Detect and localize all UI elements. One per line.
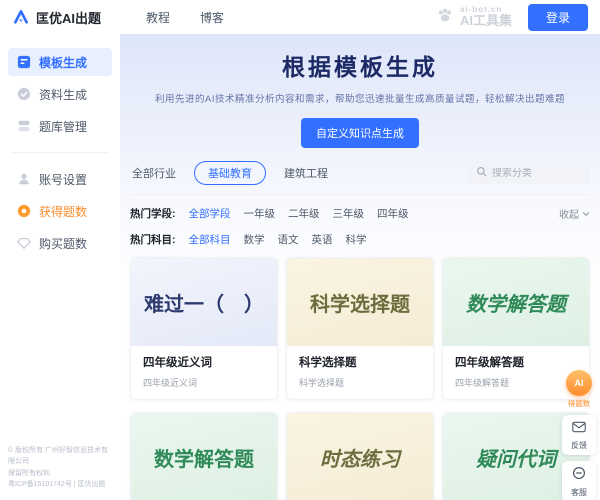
sidebar-item-label: 题库管理 — [39, 118, 87, 135]
quota-badge-icon: AI — [566, 370, 592, 396]
template-icon — [16, 55, 31, 70]
coin-icon — [16, 204, 31, 219]
top-header: 匡优AI出题 教程 博客 ai-bot.cn AI工具集 登录 — [0, 0, 600, 34]
template-card[interactable]: 时态练习 三年级英语时态练习 — [286, 412, 434, 500]
logo[interactable]: 匡优AI出题 — [12, 8, 120, 27]
filter-option-grade3[interactable]: 三年级 — [333, 206, 365, 221]
filter-option-grade1[interactable]: 一年级 — [244, 206, 276, 221]
tab-basic-education[interactable]: 基础教育 — [194, 161, 266, 185]
feedback-button[interactable]: 反馈 — [562, 415, 596, 455]
diamond-icon — [16, 236, 31, 251]
filter-option-chinese[interactable]: 语文 — [278, 232, 299, 247]
template-card[interactable]: 数学解答题 三年级解答题 — [130, 412, 278, 500]
search-icon — [476, 166, 487, 180]
card-title: 四年级近义词 — [143, 354, 265, 370]
card-banner: 数学解答题 — [131, 413, 277, 500]
user-icon — [16, 172, 31, 187]
template-card-grid: 难过一（ ） 四年级近义词 四年级近义词 科学选择题 科学选择题 科学选择题 数… — [130, 257, 590, 500]
filter-option-english[interactable]: 英语 — [312, 232, 333, 247]
filter-option-grade4[interactable]: 四年级 — [377, 206, 409, 221]
page-subtitle: 利用先进的AI技术精准分析内容和需求，帮助您迅速批量生成高质量试题，轻松解决出题… — [130, 91, 590, 105]
login-button[interactable]: 登录 — [528, 4, 588, 31]
sidebar-item-earn-quota[interactable]: 获得题数 — [8, 197, 112, 225]
main-content: 根据模板生成 利用先进的AI技术精准分析内容和需求，帮助您迅速批量生成高质量试题… — [120, 34, 600, 500]
chevron-down-icon — [582, 210, 590, 218]
sidebar-item-label: 购买题数 — [39, 235, 87, 252]
sidebar-footer: © 版权所有 广州好智信息技术有限公司 保留所有权利 粤ICP备15101742… — [8, 445, 114, 490]
tab-all-industries[interactable]: 全部行业 — [130, 161, 178, 185]
custom-knowledge-button[interactable]: 自定义知识点生成 — [301, 118, 419, 148]
card-subtitle: 科学选择题 — [299, 376, 421, 389]
filter-row-subject: 热门科目: 全部科目 数学 语文 英语 科学 — [130, 232, 590, 247]
category-tabs: 全部行业 基础教育 建筑工程 — [130, 161, 590, 195]
card-banner: 难过一（ ） — [131, 258, 277, 346]
sidebar-item-account-settings[interactable]: 账号设置 — [8, 165, 112, 193]
collapse-toggle[interactable]: 收起 — [559, 206, 590, 221]
filter-label: 热门科目: — [130, 232, 176, 247]
card-banner: 时态练习 — [287, 413, 433, 500]
mail-icon — [572, 420, 586, 438]
headset-icon — [572, 466, 586, 485]
rights-line: 保留所有权利 — [8, 468, 114, 479]
customer-service-button[interactable]: 客服 — [562, 461, 596, 500]
floating-widgets: AI 得题数 反馈 客服 — [561, 370, 597, 500]
nav-blog[interactable]: 博客 — [200, 9, 224, 26]
card-subtitle: 四年级近义词 — [143, 376, 265, 389]
search-box[interactable] — [468, 162, 590, 184]
quota-badge-label: 得题数 — [568, 398, 591, 409]
card-title: 科学选择题 — [299, 354, 421, 370]
sidebar-item-label: 资料生成 — [39, 86, 87, 103]
filter-option-science[interactable]: 科学 — [346, 232, 367, 247]
filter-label: 热门学段: — [130, 206, 176, 221]
card-subtitle: 四年级解答题 — [455, 376, 577, 389]
card-banner: 数学解答题 — [443, 258, 589, 346]
app-title: 匡优AI出题 — [36, 8, 101, 27]
sidebar-item-template-generate[interactable]: 模板生成 — [8, 48, 112, 76]
watermark-name: AI工具集 — [460, 14, 512, 28]
copyright-line: © 版权所有 广州好智信息技术有限公司 — [8, 445, 114, 467]
filter-option-all-subjects[interactable]: 全部科目 — [189, 232, 231, 247]
tab-construction[interactable]: 建筑工程 — [282, 161, 330, 185]
customer-service-label: 客服 — [571, 487, 587, 498]
top-nav: 教程 博客 — [146, 9, 224, 26]
template-card[interactable]: 难过一（ ） 四年级近义词 四年级近义词 — [130, 257, 278, 400]
filter-row-grade: 热门学段: 全部学段 一年级 二年级 三年级 四年级 收起 — [130, 206, 590, 221]
logo-icon — [12, 8, 30, 26]
filter-option-all-grades[interactable]: 全部学段 — [189, 206, 231, 221]
material-icon — [16, 87, 31, 102]
page-title: 根据模板生成 — [130, 48, 590, 82]
sidebar-item-buy-quota[interactable]: 购买题数 — [8, 229, 112, 257]
icp-line: 粤ICP备15101742号 | 匡优出题 — [8, 479, 114, 490]
sidebar: 模板生成 资料生成 题库管理 账号设置 获得题数 — [0, 34, 120, 500]
sidebar-item-label: 模板生成 — [39, 54, 87, 71]
earn-quota-float-button[interactable]: AI 得题数 — [566, 370, 592, 409]
filter-option-math[interactable]: 数学 — [244, 232, 265, 247]
hero-section: 根据模板生成 利用先进的AI技术精准分析内容和需求，帮助您迅速批量生成高质量试题… — [130, 48, 590, 148]
sidebar-item-label: 获得题数 — [39, 203, 87, 220]
nav-tutorial[interactable]: 教程 — [146, 9, 170, 26]
sidebar-item-question-bank[interactable]: 题库管理 — [8, 112, 112, 140]
search-input[interactable] — [492, 168, 578, 179]
bank-icon — [16, 119, 31, 134]
card-title: 四年级解答题 — [455, 354, 577, 370]
collapse-label: 收起 — [559, 206, 579, 221]
paw-icon — [435, 5, 455, 30]
filter-option-grade2[interactable]: 二年级 — [288, 206, 320, 221]
card-banner: 科学选择题 — [287, 258, 433, 346]
sidebar-item-label: 账号设置 — [39, 171, 87, 188]
template-card[interactable]: 科学选择题 科学选择题 科学选择题 — [286, 257, 434, 400]
watermark: ai-bot.cn AI工具集 — [435, 5, 512, 30]
sidebar-item-material-generate[interactable]: 资料生成 — [8, 80, 112, 108]
feedback-label: 反馈 — [571, 440, 587, 451]
sidebar-divider — [12, 152, 108, 153]
